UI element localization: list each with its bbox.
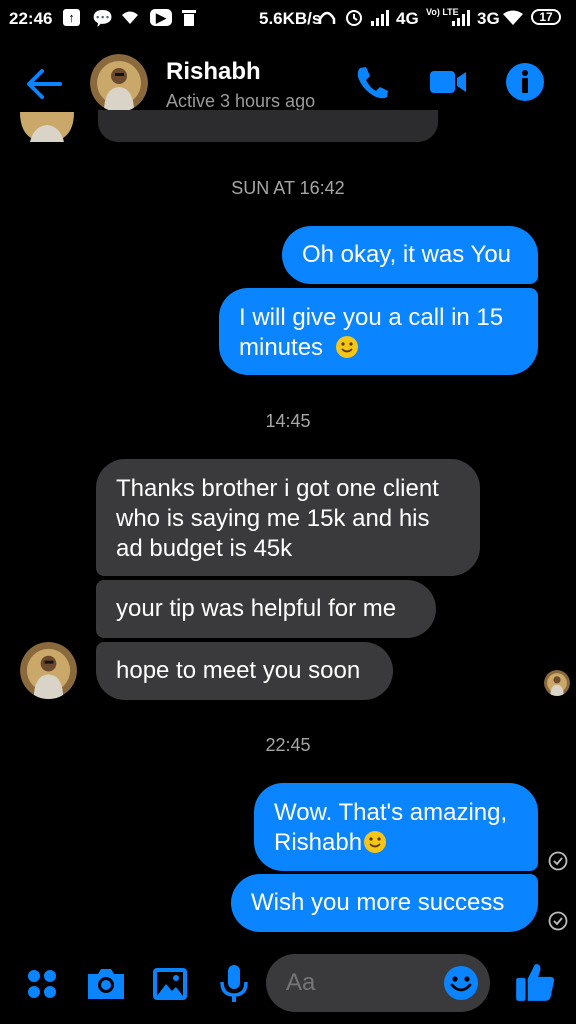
trash-icon [182,10,196,26]
back-arrow-icon[interactable] [22,62,66,106]
volte-badge: Vo) LTE [426,7,459,17]
signal-icon-1 [371,10,389,26]
smiley-icon[interactable] [443,965,479,1001]
network-4g: 4G [396,9,419,28]
signal-icon-2 [452,10,470,26]
headphones-icon [318,11,336,24]
timestamp: SUN AT 16:42 [231,178,345,198]
chat-notification-icon: 💬 [92,9,114,28]
contact-avatar-partial [20,112,74,142]
alarm-icon [346,10,362,26]
timestamp: 14:45 [265,411,311,431]
message-text-line: Rishabh [274,829,363,856]
timestamp: 22:45 [265,735,311,755]
phone-icon[interactable] [352,62,392,102]
sent-message[interactable]: Wish you more success [231,874,538,932]
video-camera-icon[interactable] [428,62,468,102]
seen-avatar [544,670,570,696]
message-text: your tip was helpful for me [116,595,397,622]
smiley-emoji-icon [364,831,387,853]
microphone-icon[interactable] [212,962,256,1006]
status-bar: 22:46 ↑ 💬 ▶ 5.6KB/s 4G Vo) LTE 3G 17 [0,0,576,38]
message-text-line: Thanks brother i got one client [116,475,439,502]
network-3g: 3G [477,9,500,28]
contact-name[interactable]: Rishabh [166,58,261,86]
message-text-line: ad budget is 45k [116,535,293,562]
sent-message[interactable]: Oh okay, it was You [282,226,538,284]
smiley-emoji-icon [335,336,358,358]
delivered-check-icon [548,851,568,871]
contact-status: Active 3 hours ago [166,91,316,111]
message-text-line: minutes [239,334,324,361]
wifi-icon-2 [503,10,523,25]
received-message[interactable]: hope to meet you soon [96,642,393,700]
sent-message[interactable]: I will give you a call in 15 minutes [219,288,538,375]
contact-avatar[interactable] [20,642,77,699]
info-icon[interactable] [504,61,546,103]
image-icon[interactable] [148,962,192,1006]
message-text: Wish you more success [251,889,505,916]
network-speed: 5.6KB/s [259,9,322,28]
delivered-check-icon [548,911,568,931]
message-text-line: who is saying me 15k and his [116,505,430,532]
thumbs-up-icon[interactable] [512,958,558,1004]
upload-icon: ↑ [63,9,80,26]
message-text: Oh okay, it was You [302,241,512,268]
battery-indicator: 17 [531,9,561,25]
received-message[interactable]: your tip was helpful for me [96,580,436,638]
four-dots-icon[interactable] [20,962,64,1006]
contact-avatar[interactable] [90,54,148,112]
sent-message[interactable]: Wow. That's amazing, Rishabh [254,783,538,871]
message-text-line: Wow. That's amazing, [274,799,508,826]
previous-message-bubble[interactable] [98,110,438,142]
message-text-line: I will give you a call in 15 [239,304,504,331]
message-input[interactable] [286,969,426,997]
camera-icon[interactable] [84,962,128,1006]
received-message[interactable]: Thanks brother i got one client who is s… [96,459,480,576]
wifi-icon [122,11,138,24]
message-composer[interactable] [266,954,490,1012]
message-text: hope to meet you soon [116,657,361,684]
clock: 22:46 [9,9,53,28]
youtube-icon: ▶ [150,9,172,26]
